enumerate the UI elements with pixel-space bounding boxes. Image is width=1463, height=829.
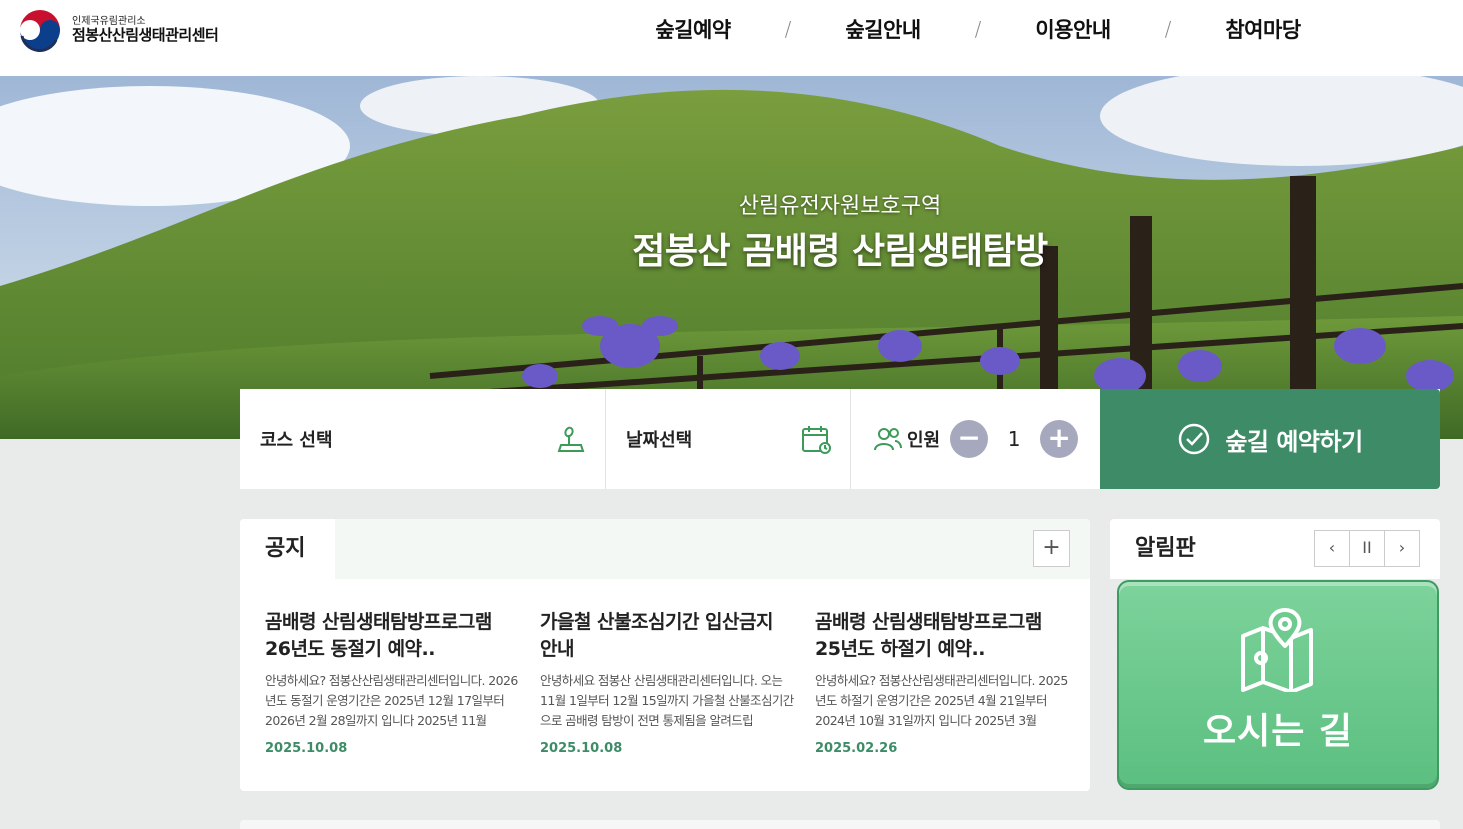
people-count: 1 (1007, 427, 1021, 451)
pause-slide-button[interactable]: II (1349, 530, 1385, 567)
alarm-board-title: 알림판 (1135, 536, 1196, 561)
people-icon (874, 428, 902, 451)
site-logo[interactable]: 인제국유림관리소 점봉산산림생태관리센터 (16, 8, 219, 52)
people-counter: 인원 − 1 + (851, 389, 1100, 489)
map-pin-icon (1241, 608, 1313, 692)
calendar-icon (802, 426, 831, 454)
notice-list: 곰배령 산림생태탐방프로그램 26년도 동절기 예약.. 안녕하세요? 점봉산산… (240, 579, 1090, 756)
notice-excerpt: 안녕하세요 점봉산 산림생태관리센터입니다. 오는 11월 1일부터 12월 1… (540, 673, 794, 728)
site-header: 인제국유림관리소 점봉산산림생태관리센터 숲길예약 / 숲길안내 / 이용안내 … (0, 0, 1463, 76)
prev-slide-button[interactable]: ‹ (1314, 530, 1350, 567)
nav-separator: / (1164, 17, 1172, 41)
course-select-label: 코스 선택 (260, 430, 333, 451)
people-label: 인원 (907, 430, 941, 451)
bottom-panel (240, 820, 1440, 829)
logo-title: 점봉산산림생태관리센터 (72, 26, 219, 45)
notice-title[interactable]: 곰배령 산림생태탐방프로그램 26년도 동절기 예약.. (265, 609, 520, 663)
decrease-people-button[interactable]: − (950, 420, 989, 458)
notice-title[interactable]: 곰배령 산림생태탐방프로그램 25년도 하절기 예약.. (815, 609, 1070, 663)
main-nav: 숲길예약 / 숲길안내 / 이용안내 / 참여마당 (630, 14, 1326, 44)
hero-subtitle: 산림유전자원보호구역 (738, 194, 942, 219)
check-circle-icon (1179, 423, 1210, 455)
nav-separator: / (784, 17, 792, 41)
trail-sign-icon (557, 426, 585, 452)
notice-more-button[interactable]: + (1033, 530, 1070, 567)
notice-excerpt: 안녕하세요? 점봉산산림생태관리센터입니다. 2025년도 하절기 운영기간은 … (815, 673, 1068, 728)
course-select[interactable]: 코스 선택 (240, 389, 606, 489)
booking-bar: 코스 선택 날짜선택 인원 − 1 + 숲길 예약하기 (240, 389, 1440, 489)
notice-title[interactable]: 가을철 산불조심기간 입산금지 안내 (540, 609, 795, 663)
next-slide-button[interactable]: › (1384, 530, 1420, 567)
reserve-trail-button[interactable]: 숲길 예약하기 (1100, 389, 1440, 489)
alarm-board-controls: ‹ II › (1314, 530, 1420, 567)
date-select[interactable]: 날짜선택 (606, 389, 851, 489)
tab-notice[interactable]: 공지 (240, 519, 335, 579)
taegeuk-logo-icon (20, 10, 60, 52)
notice-header: 공지 + (240, 519, 1090, 579)
directions-label: 오시는 길 (1202, 711, 1353, 752)
notice-item[interactable]: 가을철 산불조심기간 입산금지 안내 안녕하세요 점봉산 산림생태관리센터입니다… (540, 609, 815, 756)
nav-item-community[interactable]: 참여마당 (1200, 14, 1326, 44)
nav-separator: / (974, 17, 982, 41)
notice-date: 2025.10.08 (540, 741, 623, 756)
reserve-trail-label: 숲길 예약하기 (1225, 427, 1363, 456)
nav-item-usage-guide[interactable]: 이용안내 (1010, 14, 1136, 44)
notice-date: 2025.02.26 (815, 741, 898, 756)
date-select-label: 날짜선택 (626, 430, 693, 451)
notice-excerpt: 안녕하세요? 점봉산산림생태관리센터입니다. 2026년도 동절기 운영기간은 … (265, 673, 518, 728)
nav-item-trail-reservation[interactable]: 숲길예약 (630, 14, 756, 44)
notice-date: 2025.10.08 (265, 741, 348, 756)
notice-panel: 공지 + 곰배령 산림생태탐방프로그램 26년도 동절기 예약.. 안녕하세요?… (240, 519, 1090, 791)
hero-title: 점봉산 곰배령 산림생태탐방 (632, 231, 1048, 272)
notice-item[interactable]: 곰배령 산림생태탐방프로그램 26년도 동절기 예약.. 안녕하세요? 점봉산산… (265, 609, 540, 756)
alarm-board-header: 알림판 ‹ II › (1110, 519, 1440, 579)
increase-people-button[interactable]: + (1040, 420, 1079, 458)
hero-banner: 산림유전자원보호구역 점봉산 곰배령 산림생태탐방 (0, 76, 1463, 439)
nav-item-trail-guide[interactable]: 숲길안내 (820, 14, 946, 44)
notice-item[interactable]: 곰배령 산림생태탐방프로그램 25년도 하절기 예약.. 안녕하세요? 점봉산산… (815, 609, 1090, 756)
directions-card[interactable]: 오시는 길 (1117, 580, 1439, 790)
